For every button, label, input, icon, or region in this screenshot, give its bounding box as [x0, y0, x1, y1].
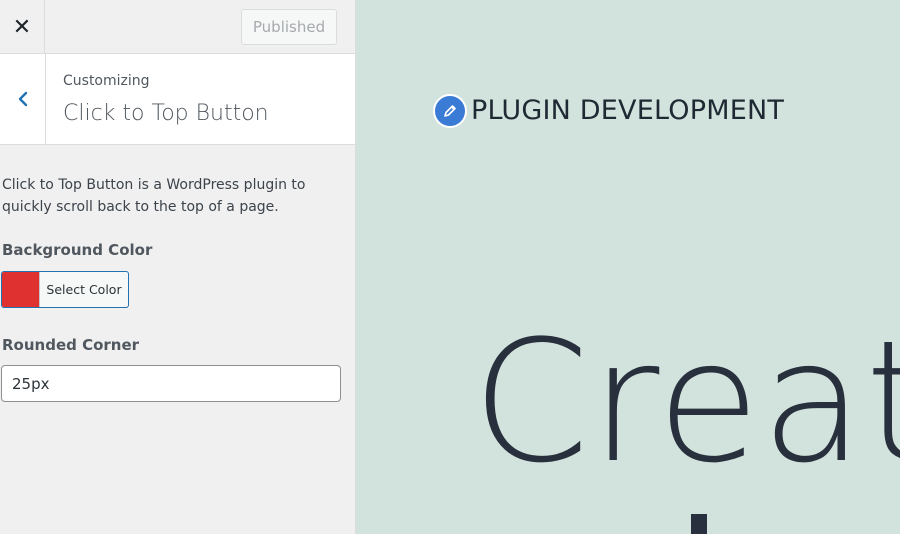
customizer-header: ✕ Published [0, 0, 355, 54]
rounded-corner-label: Rounded Corner [2, 336, 140, 354]
background-color-label: Background Color [2, 241, 153, 259]
select-color-button[interactable]: Select Color [1, 271, 129, 308]
hero-text-fragment [691, 514, 707, 534]
section-header: Customizing Click to Top Button [0, 54, 355, 145]
section-title: Click to Top Button [63, 101, 269, 126]
customizing-label: Customizing [63, 73, 150, 89]
close-icon: ✕ [12, 14, 32, 40]
close-customizer-button[interactable]: ✕ [0, 0, 45, 54]
pencil-icon [444, 105, 456, 117]
rounded-corner-input[interactable] [1, 365, 341, 402]
back-button[interactable] [0, 54, 46, 144]
customizer-sidebar: ✕ Published Customizing Click to Top But… [0, 0, 356, 534]
color-swatch [2, 272, 40, 307]
hero-heading: Create [472, 304, 900, 500]
chevron-left-icon [18, 91, 27, 107]
site-title[interactable]: PLUGIN DEVELOPMENT [471, 95, 784, 126]
site-logo[interactable] [433, 94, 467, 128]
section-description: Click to Top Button is a WordPress plugi… [2, 177, 306, 215]
published-button[interactable]: Published [241, 9, 337, 45]
select-color-label: Select Color [46, 282, 122, 297]
site-preview: PLUGIN DEVELOPMENT Create [356, 0, 900, 534]
